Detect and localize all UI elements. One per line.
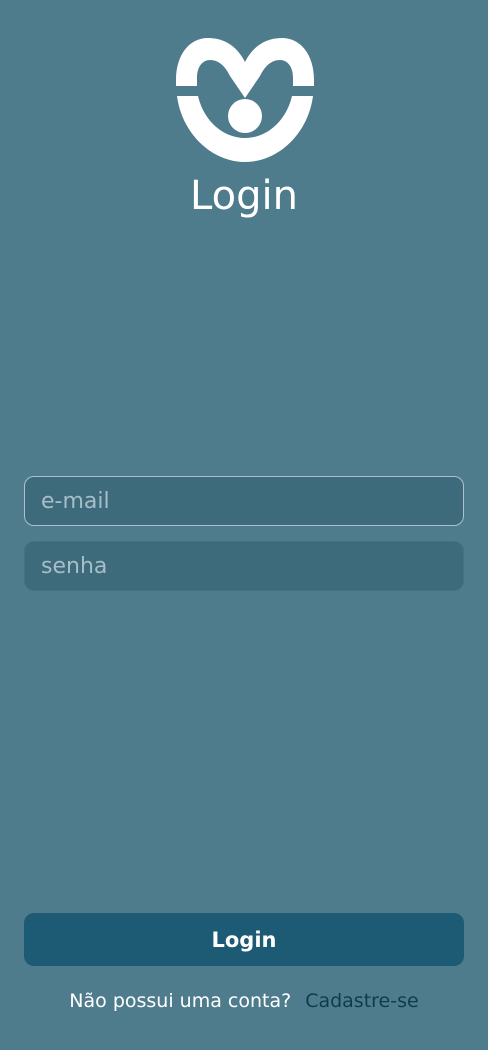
signup-prompt: Não possui uma conta? Cadastre-se <box>0 986 488 1016</box>
page-title: Login <box>190 173 298 219</box>
no-account-text: Não possui uma conta? <box>69 990 292 1012</box>
heart-person-icon <box>176 38 314 162</box>
login-button[interactable]: Login <box>24 913 464 966</box>
signup-link[interactable]: Cadastre-se <box>305 990 419 1012</box>
email-field[interactable] <box>24 476 464 526</box>
login-screen: Login Login Não possui uma conta? Cadastr… <box>0 0 488 1050</box>
password-field[interactable] <box>24 541 464 591</box>
